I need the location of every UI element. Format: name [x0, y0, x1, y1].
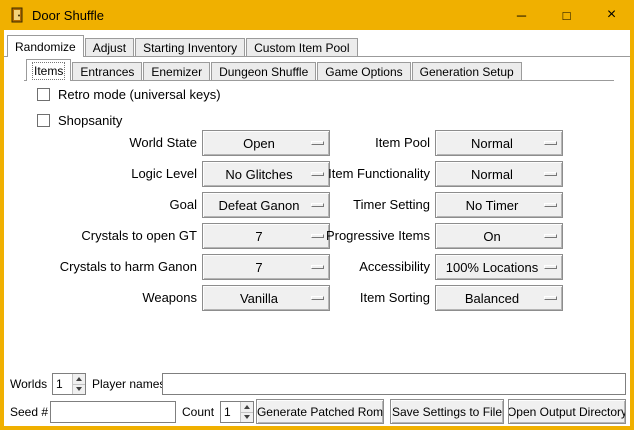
primary-tabstrip: Randomize Adjust Starting Inventory Cust… [7, 35, 359, 57]
progressive-items-label: Progressive Items [244, 223, 430, 249]
maximize-icon: □ [563, 8, 571, 23]
weapons-label: Weapons [4, 285, 197, 311]
spin-up-icon [76, 377, 82, 381]
worlds-input[interactable] [53, 374, 72, 394]
dropdown-indicator-icon [544, 203, 557, 207]
open-output-directory-label: Open Output Directory [508, 405, 626, 419]
item-functionality-dropdown[interactable]: Normal [435, 161, 563, 187]
tab-enemizer[interactable]: Enemizer [143, 62, 210, 80]
item-pool-label: Item Pool [244, 130, 430, 156]
maximize-button[interactable]: □ [544, 0, 589, 30]
window-title: Door Shuffle [32, 8, 104, 23]
checkbox-unchecked-icon [37, 88, 50, 101]
window-controls: ─ □ × [499, 0, 634, 30]
timer-setting-dropdown[interactable]: No Timer [435, 192, 563, 218]
tab-randomize[interactable]: Randomize [7, 35, 84, 57]
shopsanity-checkbox[interactable]: Shopsanity [37, 112, 122, 128]
retro-mode-checkbox[interactable]: Retro mode (universal keys) [37, 86, 221, 102]
tab-custom-item-pool-label: Custom Item Pool [254, 41, 349, 55]
count-spin-down-button[interactable] [241, 413, 253, 423]
tab-items[interactable]: Items [26, 59, 71, 81]
count-input[interactable] [221, 402, 240, 422]
title-bar[interactable]: Door Shuffle ─ □ × [0, 0, 634, 30]
dropdown-indicator-icon [544, 265, 557, 269]
spin-arrows [72, 374, 85, 394]
count-label: Count [182, 400, 214, 424]
open-output-directory-button[interactable]: Open Output Directory [508, 399, 626, 424]
tab-starting-inventory[interactable]: Starting Inventory [135, 38, 245, 56]
worlds-spin-down-button[interactable] [73, 385, 85, 395]
accessibility-value: 100% Locations [446, 260, 553, 275]
player-names-input[interactable] [162, 373, 626, 395]
tab-entrances[interactable]: Entrances [72, 62, 142, 80]
dropdown-indicator-icon [544, 296, 557, 300]
item-pool-dropdown[interactable]: Normal [435, 130, 563, 156]
tab-enemizer-label: Enemizer [151, 65, 202, 79]
primary-notebook-border [4, 56, 630, 57]
dropdown-indicator-icon [544, 172, 557, 176]
app-window: Door Shuffle ─ □ × Randomize Adjust Star… [0, 0, 634, 430]
accessibility-dropdown[interactable]: 100% Locations [435, 254, 563, 280]
dropdown-indicator-icon [544, 234, 557, 238]
dropdown-indicator-icon [544, 141, 557, 145]
world-state-label: World State [4, 130, 197, 156]
retro-mode-label: Retro mode (universal keys) [58, 87, 221, 102]
tab-dungeon-shuffle-label: Dungeon Shuffle [219, 65, 308, 79]
client-area: Randomize Adjust Starting Inventory Cust… [4, 30, 630, 426]
app-icon [9, 7, 25, 23]
tab-custom-item-pool[interactable]: Custom Item Pool [246, 38, 357, 56]
save-settings-label: Save Settings to File [392, 405, 502, 419]
item-sorting-label: Item Sorting [244, 285, 430, 311]
tab-generation-setup[interactable]: Generation Setup [412, 62, 522, 80]
generate-patched-rom-button[interactable]: Generate Patched Rom [256, 399, 384, 424]
item-pool-value: Normal [471, 136, 527, 151]
item-functionality-label: Item Functionality [244, 161, 430, 187]
item-sorting-dropdown[interactable]: Balanced [435, 285, 563, 311]
minimize-icon: ─ [517, 8, 526, 23]
secondary-tabstrip: Items Entrances Enemizer Dungeon Shuffle… [26, 59, 523, 81]
tab-items-label: Items [34, 64, 63, 78]
tab-adjust[interactable]: Adjust [85, 38, 134, 56]
goal-label: Goal [4, 192, 197, 218]
minimize-button[interactable]: ─ [499, 0, 544, 30]
worlds-label: Worlds [10, 373, 47, 395]
tab-dungeon-shuffle[interactable]: Dungeon Shuffle [211, 62, 316, 80]
player-names-label: Player names [92, 373, 165, 395]
item-functionality-value: Normal [471, 167, 527, 182]
spin-down-icon [76, 387, 82, 391]
seed-label: Seed # [10, 400, 48, 424]
close-button[interactable]: × [589, 0, 634, 30]
close-icon: × [607, 6, 616, 24]
count-spin-up-button[interactable] [241, 402, 253, 413]
worlds-spinbox [52, 373, 86, 395]
item-sorting-value: Balanced [465, 291, 533, 306]
progressive-items-dropdown[interactable]: On [435, 223, 563, 249]
spin-arrows [240, 402, 253, 422]
logic-level-label: Logic Level [4, 161, 197, 187]
crystals-ganon-label: Crystals to harm Ganon [4, 254, 197, 280]
accessibility-label: Accessibility [244, 254, 430, 280]
seed-input[interactable] [50, 401, 176, 423]
spin-up-icon [244, 405, 250, 409]
timer-setting-label: Timer Setting [244, 192, 430, 218]
generate-patched-rom-label: Generate Patched Rom [257, 405, 383, 419]
tab-randomize-label: Randomize [15, 40, 76, 54]
crystals-gt-label: Crystals to open GT [4, 223, 197, 249]
save-settings-button[interactable]: Save Settings to File [390, 399, 504, 424]
count-spinbox [220, 401, 254, 423]
tab-starting-inventory-label: Starting Inventory [143, 41, 237, 55]
tab-adjust-label: Adjust [93, 41, 126, 55]
tab-entrances-label: Entrances [80, 65, 134, 79]
timer-setting-value: No Timer [466, 198, 533, 213]
tab-game-options-label: Game Options [325, 65, 402, 79]
tab-game-options[interactable]: Game Options [317, 62, 410, 80]
worlds-spin-up-button[interactable] [73, 374, 85, 385]
spin-down-icon [244, 415, 250, 419]
secondary-notebook-border [24, 80, 614, 81]
checkbox-unchecked-icon [37, 114, 50, 127]
shopsanity-label: Shopsanity [58, 113, 122, 128]
tab-generation-setup-label: Generation Setup [420, 65, 514, 79]
progressive-items-value: On [483, 229, 514, 244]
